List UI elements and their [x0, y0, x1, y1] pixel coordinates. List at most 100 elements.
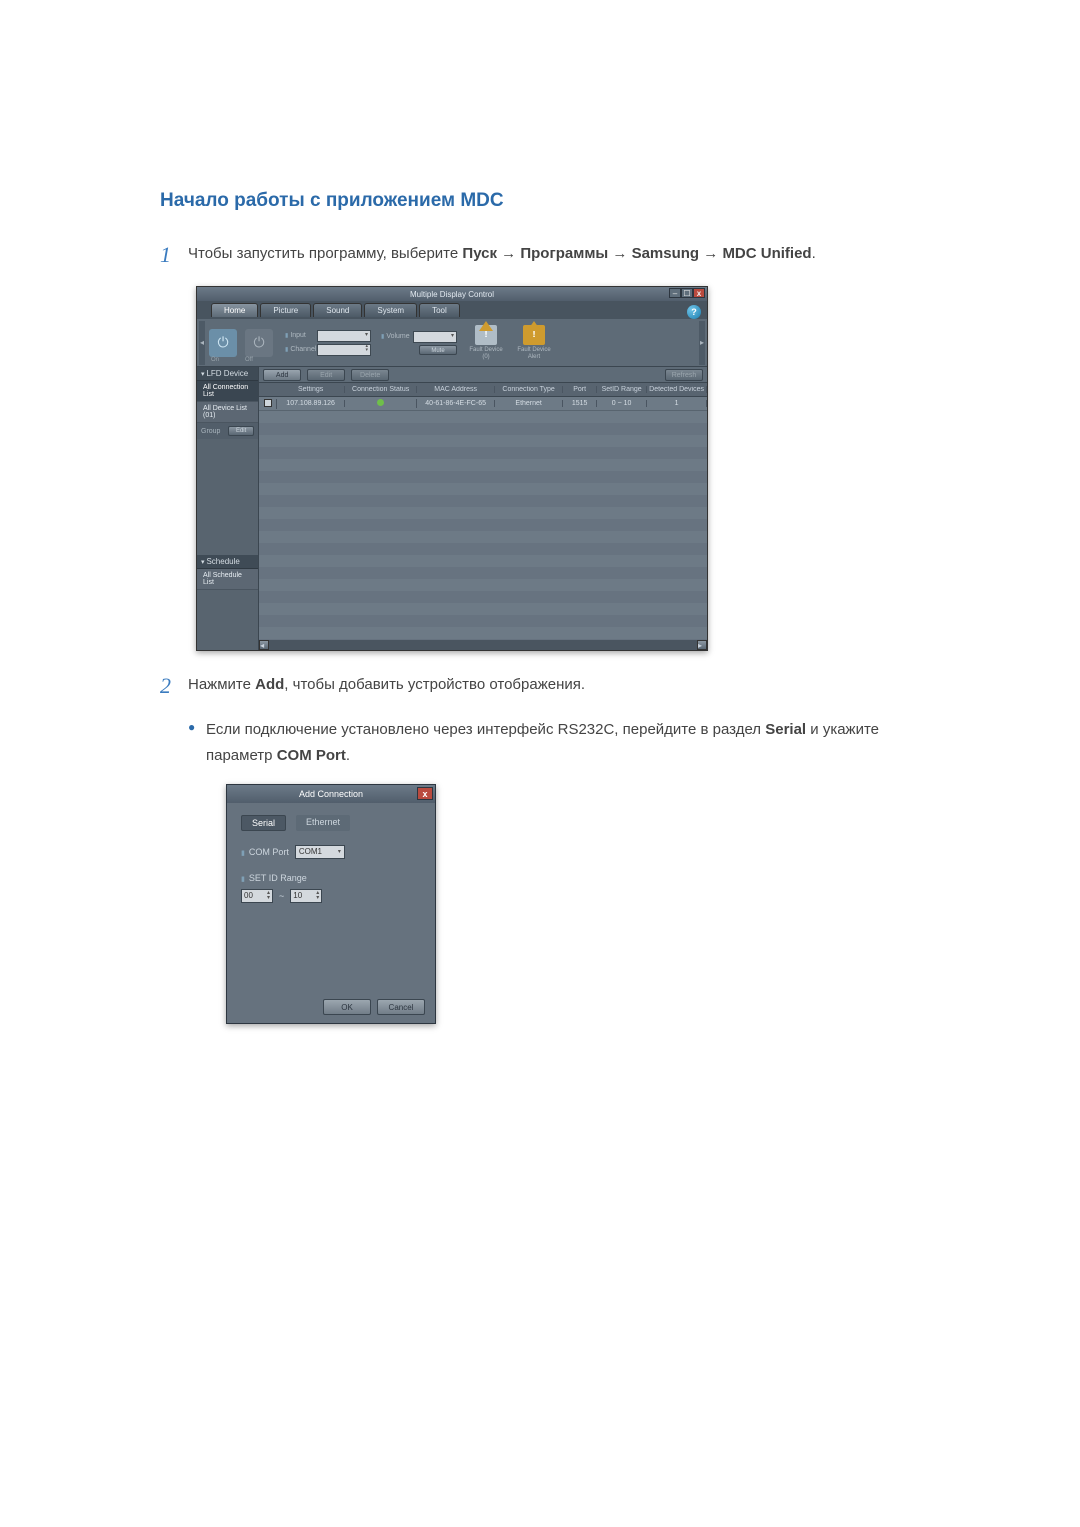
comport-value: COM1 [299, 847, 322, 856]
th-port[interactable]: Port [563, 386, 597, 393]
table-row[interactable]: 107.108.89.126 40-61-86-4E-FC-65 Etherne… [259, 397, 707, 411]
th-connection-type[interactable]: Connection Type [495, 386, 563, 393]
fault-alert-icon[interactable]: ! [523, 325, 545, 345]
b1-comport: COM Port [277, 747, 346, 764]
titlebar: Multiple Display Control – ☐ x [197, 287, 707, 301]
bullet-1-text: Если подключение установлено через интер… [206, 717, 920, 770]
sidebar-schedule[interactable]: Schedule [197, 555, 258, 569]
th-connection-status[interactable]: Connection Status [345, 386, 417, 393]
horizontal-scrollbar[interactable]: ◂ ▸ [259, 640, 707, 650]
scroll-right-icon[interactable]: ▸ [697, 640, 707, 650]
stepper-icon: ▴▾ [316, 891, 319, 901]
sidebar: LFD Device All Connection List All Devic… [197, 367, 259, 650]
th-setid-range[interactable]: SetID Range [597, 386, 647, 393]
ribbon-next-icon[interactable]: ▸ [699, 321, 705, 365]
menu-picture[interactable]: Picture [260, 303, 311, 317]
menu-strip: Home Picture Sound System Tool [197, 301, 707, 319]
step-1-text: Чтобы запустить программу, выберите Пуск… [188, 242, 816, 266]
channel-label: Channel [285, 346, 315, 353]
section-title: Начало работы с приложением MDC [160, 190, 920, 212]
bullet-dot-icon: ● [188, 717, 206, 770]
menu-sound[interactable]: Sound [313, 303, 362, 317]
maximize-button[interactable]: ☐ [681, 288, 693, 298]
step-1: 1 Чтобы запустить программу, выберите Пу… [160, 242, 920, 268]
step1-pre: Чтобы запустить программу, выберите [188, 245, 462, 262]
b1-pre: Если подключение установлено через интер… [206, 721, 765, 738]
table-empty-area [259, 411, 707, 640]
close-button[interactable]: x [693, 288, 705, 298]
path-samsung: Samsung [632, 245, 700, 262]
cell-status [345, 399, 417, 408]
action-bar: Add Edit Delete Refresh [259, 367, 707, 383]
step2-bold: Add [255, 676, 284, 693]
input-dropdown[interactable]: ▾ [317, 330, 371, 342]
status-dot-icon [377, 399, 384, 406]
row-checkbox[interactable] [264, 399, 272, 407]
menu-system[interactable]: System [364, 303, 417, 317]
menu-home[interactable]: Home [211, 303, 258, 317]
help-icon[interactable]: ? [687, 305, 701, 319]
add-button[interactable]: Add [263, 369, 301, 381]
main-panel: Add Edit Delete Refresh Settings Connect… [259, 367, 707, 650]
volume-label: Volume [381, 333, 411, 340]
step-2: 2 Нажмите Add, чтобы добавить устройство… [160, 673, 920, 699]
cell-mac: 40-61-86-4E-FC-65 [417, 400, 495, 407]
tab-ethernet[interactable]: Ethernet [296, 815, 350, 831]
cell-port: 1515 [563, 400, 597, 407]
comport-select[interactable]: COM1 ▾ [295, 845, 345, 859]
app-window: Multiple Display Control – ☐ x ? Home Pi… [196, 286, 708, 651]
delete-button[interactable]: Delete [351, 369, 389, 381]
dialog-title: Add Connection x [227, 785, 435, 803]
cell-detected: 1 [647, 400, 707, 407]
edit-button[interactable]: Edit [307, 369, 345, 381]
sidebar-group-edit-button[interactable]: Edit [228, 426, 254, 436]
sidebar-group-label: Group [201, 428, 220, 435]
cancel-button[interactable]: Cancel [377, 999, 425, 1015]
off-label: Off [245, 357, 253, 363]
add-connection-dialog: Add Connection x Serial Ethernet COM Por… [226, 784, 436, 1024]
app-title: Multiple Display Control [410, 290, 494, 299]
stepper-icon: ▴▾ [267, 891, 270, 901]
minimize-button[interactable]: – [669, 288, 681, 298]
sidebar-all-device-list[interactable]: All Device List (01) [197, 402, 258, 423]
input-label: Input [285, 332, 315, 339]
refresh-button[interactable]: Refresh [665, 369, 703, 381]
sidebar-lfd-device[interactable]: LFD Device [197, 367, 258, 381]
setid-range-label: SET ID Range [241, 873, 421, 883]
step-2-text: Нажмите Add, чтобы добавить устройство о… [188, 673, 585, 697]
chevron-down-icon: ▾ [338, 848, 341, 855]
th-mac-address[interactable]: MAC Address [417, 386, 495, 393]
table-header: Settings Connection Status MAC Address C… [259, 383, 707, 397]
path-mdc: MDC Unified [722, 245, 811, 262]
menu-tool[interactable]: Tool [419, 303, 460, 317]
path-programs: Программы [520, 245, 608, 262]
range-low-stepper[interactable]: 00 ▴▾ [241, 889, 273, 903]
sidebar-group-row: Group Edit [197, 423, 258, 439]
power-on-icon[interactable]: ⏻ [209, 329, 237, 357]
sidebar-all-schedule-list[interactable]: All Schedule List [197, 569, 258, 590]
fault-device-label: Fault Device (0) [465, 347, 507, 360]
bullet-1: ● Если подключение установлено через инт… [188, 717, 920, 770]
tab-serial[interactable]: Serial [241, 815, 286, 831]
range-high-value: 10 [293, 891, 302, 900]
scroll-left-icon[interactable]: ◂ [259, 640, 269, 650]
sidebar-all-connection-list[interactable]: All Connection List [197, 381, 258, 402]
on-label: On [211, 357, 219, 363]
ok-button[interactable]: OK [323, 999, 371, 1015]
range-sep: ~ [279, 891, 284, 901]
dialog-title-text: Add Connection [299, 789, 363, 799]
range-high-stepper[interactable]: 10 ▴▾ [290, 889, 322, 903]
dialog-close-button[interactable]: x [417, 787, 433, 800]
fault-device-icon[interactable]: ! [475, 325, 497, 345]
ribbon: ◂ ⏻ ⏻ On Off Input ▾ Channel ▴▾ Volume [197, 319, 707, 367]
path-start: Пуск [462, 245, 497, 262]
th-settings[interactable]: Settings [277, 386, 345, 393]
comport-label: COM Port [241, 847, 289, 857]
range-low-value: 00 [244, 891, 253, 900]
volume-field[interactable]: ▾ [413, 331, 457, 343]
mute-button[interactable]: Mute [419, 345, 457, 355]
step-number: 1 [160, 242, 188, 268]
power-off-icon[interactable]: ⏻ [245, 329, 273, 357]
channel-stepper[interactable]: ▴▾ [317, 344, 371, 356]
th-detected-devices[interactable]: Detected Devices [647, 386, 707, 393]
